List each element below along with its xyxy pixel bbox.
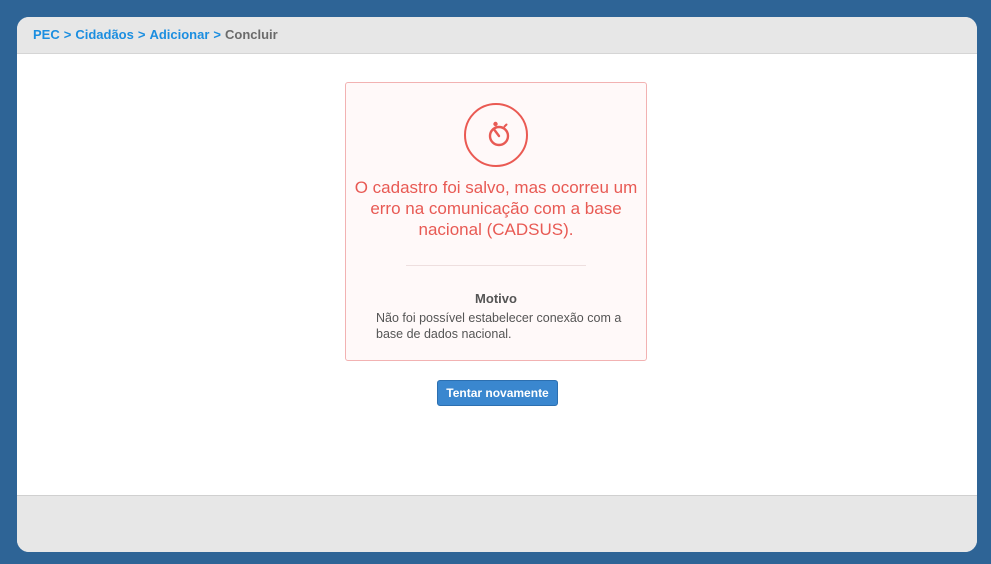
breadcrumb-separator: >: [137, 27, 146, 42]
retry-button[interactable]: Tentar novamente: [437, 380, 558, 406]
stopwatch-icon: [464, 103, 528, 167]
error-message: O cadastro foi salvo, mas ocorreu um err…: [354, 178, 638, 239]
reason-text: Não foi possível estabelecer conexão com…: [376, 311, 622, 341]
breadcrumb: PEC > Cidadãos > Adicionar > Concluir: [33, 28, 278, 42]
breadcrumb-link-cidadaos[interactable]: Cidadãos: [75, 27, 134, 42]
breadcrumb-link-pec[interactable]: PEC: [33, 27, 60, 42]
breadcrumb-separator: >: [63, 27, 72, 42]
error-card: O cadastro foi salvo, mas ocorreu um err…: [345, 82, 647, 361]
bottom-bar: [17, 495, 977, 552]
top-bar: PEC > Cidadãos > Adicionar > Concluir: [17, 17, 977, 54]
breadcrumb-current: Concluir: [225, 27, 278, 42]
app-window: PEC > Cidadãos > Adicionar > Concluir O cadast…: [17, 17, 977, 552]
breadcrumb-separator: >: [213, 27, 221, 42]
breadcrumb-link-adicionar[interactable]: Adicionar: [149, 27, 209, 42]
divider: [406, 265, 586, 266]
reason-title: Motivo: [475, 291, 517, 306]
